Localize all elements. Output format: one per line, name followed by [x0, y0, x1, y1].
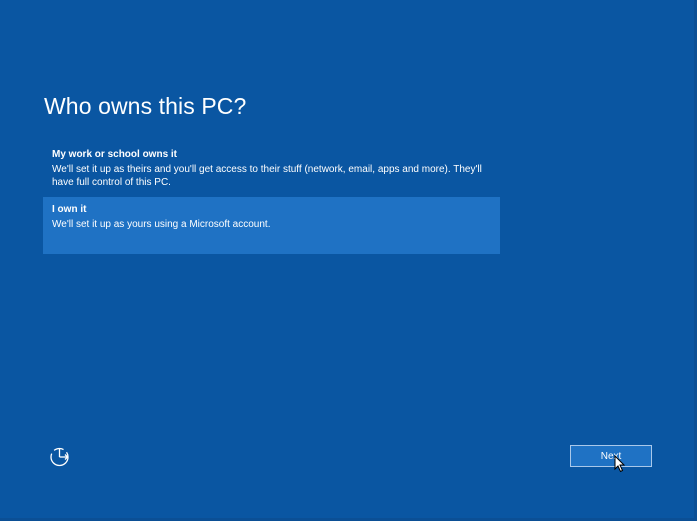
option-work-description-line2: have full control of this PC.	[52, 177, 171, 188]
option-work-description-line1: We'll set it up as theirs and you'll get…	[52, 164, 482, 175]
option-i-own-it[interactable]: I own it We'll set it up as yours using …	[43, 197, 500, 254]
mouse-pointer-icon	[614, 454, 626, 473]
option-work-or-school[interactable]: My work or school owns it We'll set it u…	[43, 142, 500, 196]
next-button[interactable]: Next	[570, 445, 652, 467]
ease-of-access-icon[interactable]	[48, 445, 71, 468]
option-work-title: My work or school owns it	[52, 149, 178, 160]
option-own-title: I own it	[52, 204, 87, 215]
oobe-screen: Who owns this PC? My work or school owns…	[0, 0, 697, 521]
option-own-description: We'll set it up as yours using a Microso…	[52, 219, 271, 230]
page-title: Who owns this PC?	[44, 93, 247, 119]
